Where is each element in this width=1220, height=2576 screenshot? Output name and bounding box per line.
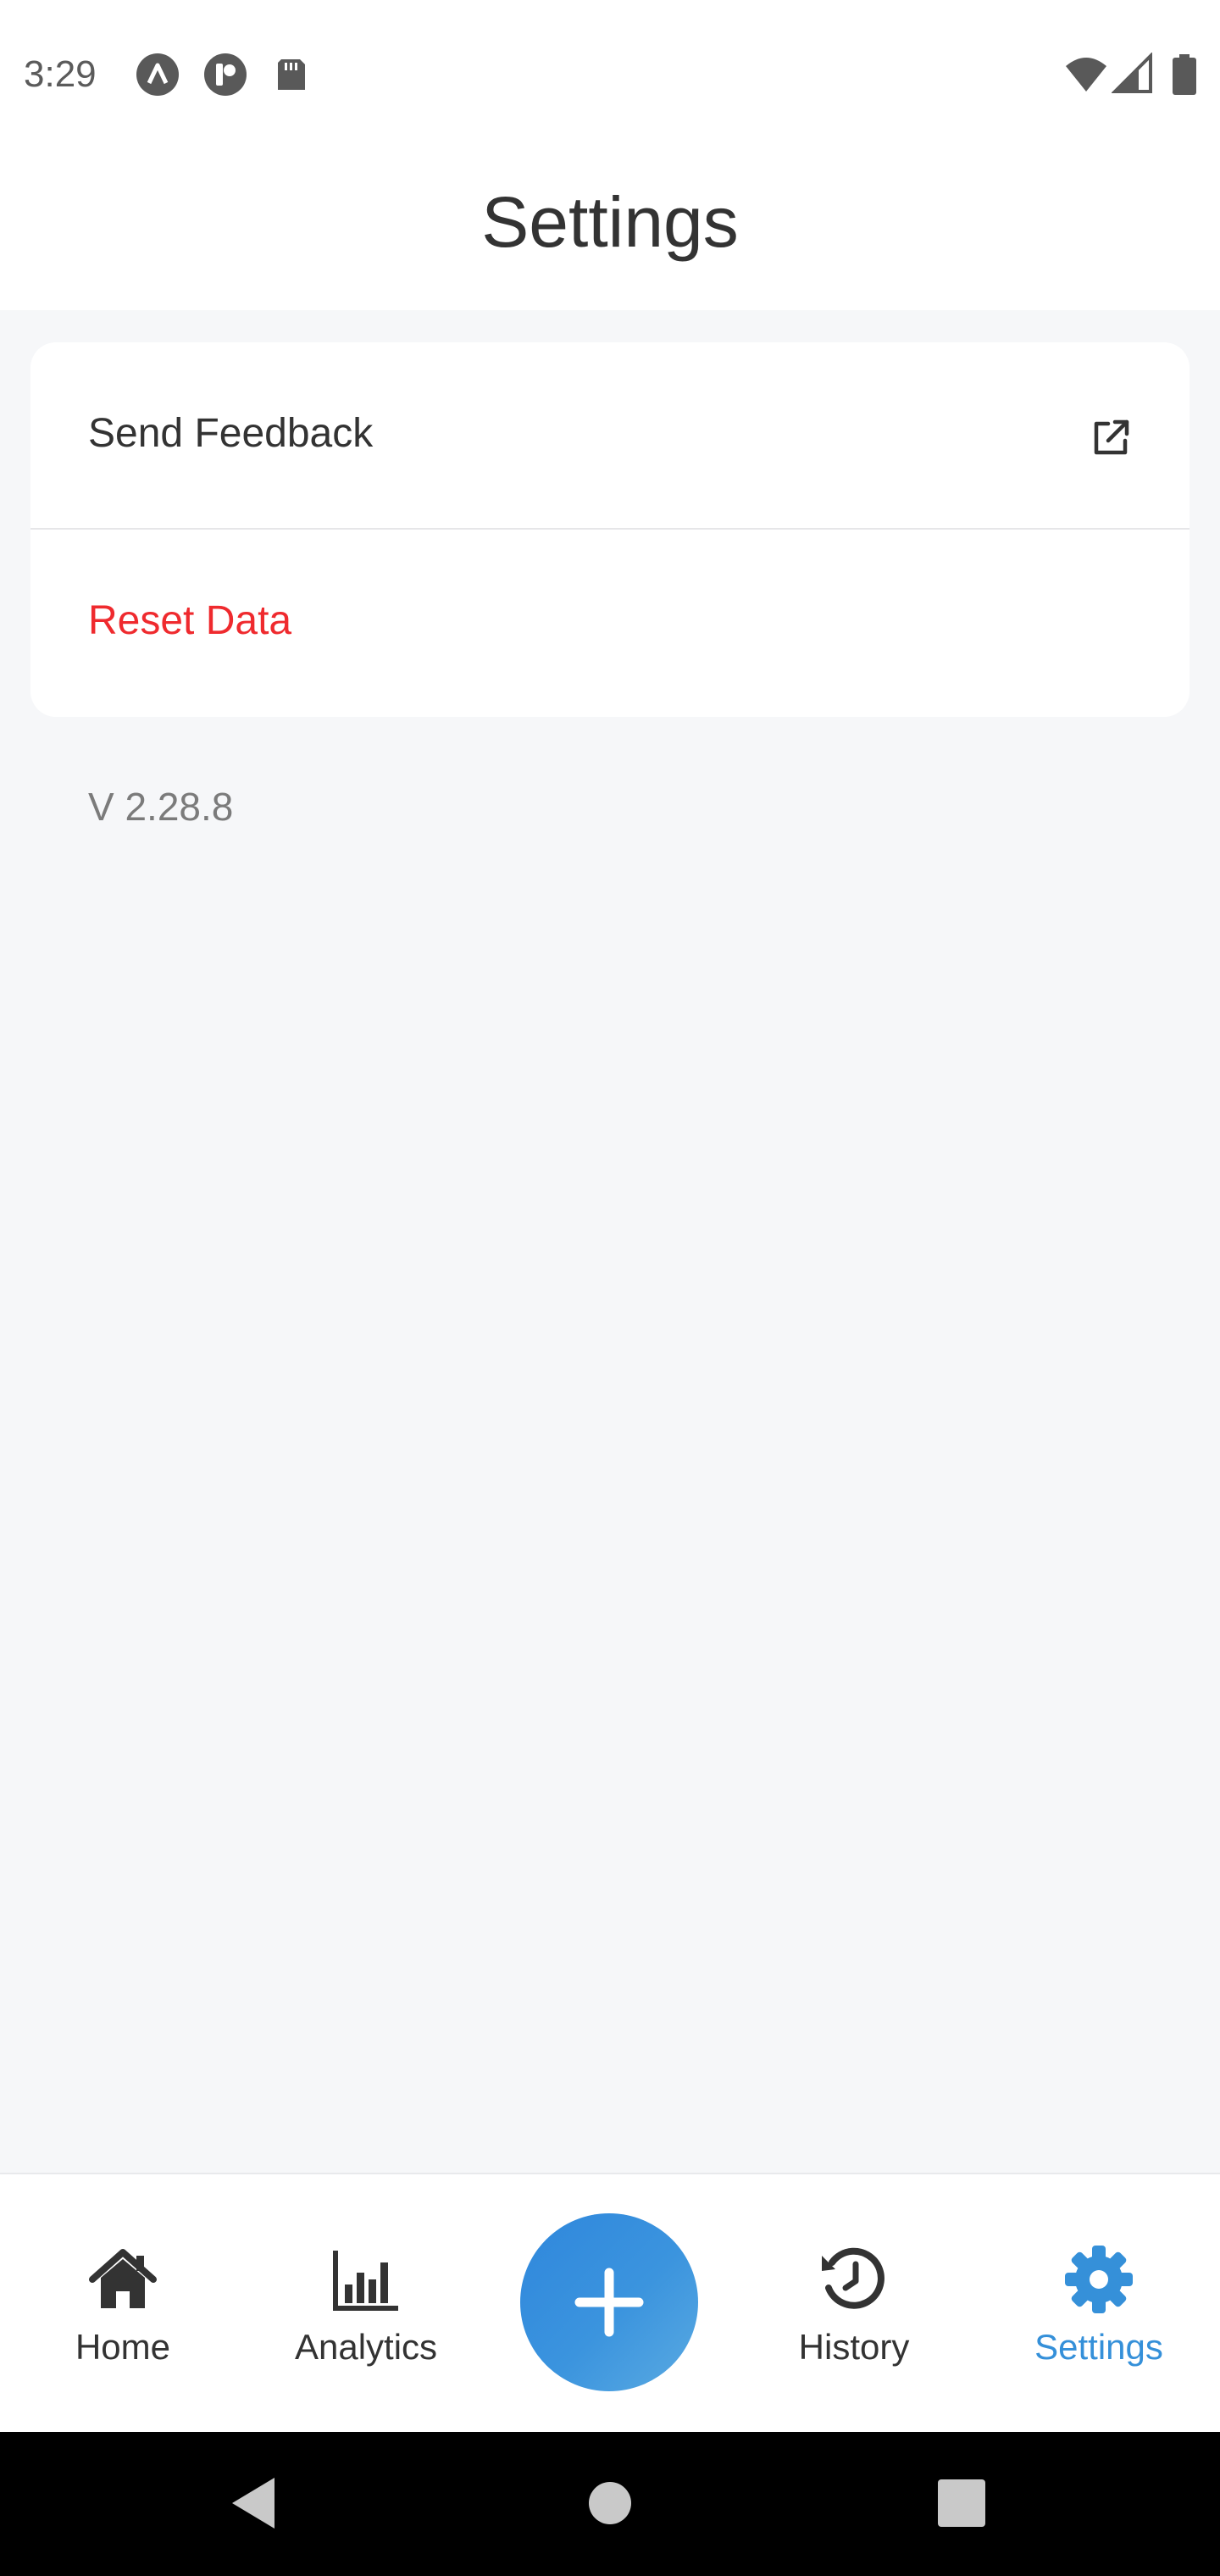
cell-signal-icon [1112, 53, 1156, 97]
system-nav-bar [0, 2432, 1220, 2576]
send-feedback-label: Send Feedback [88, 411, 374, 456]
nav-home[interactable]: Home [21, 2174, 225, 2434]
external-link-icon [1090, 417, 1132, 459]
recents-icon[interactable] [928, 2469, 995, 2537]
version-text: V 2.28.8 [88, 785, 234, 829]
settings-card: Send Feedback Reset Data [30, 342, 1190, 717]
wifi-icon [1064, 53, 1108, 97]
nav-home-label: Home [75, 2327, 171, 2367]
home-circle-icon[interactable] [576, 2469, 644, 2537]
gear-icon [1063, 2244, 1134, 2315]
nav-history[interactable]: History [752, 2174, 956, 2434]
sd-card-icon [269, 53, 313, 97]
header: Settings [0, 144, 1220, 310]
history-icon [818, 2244, 890, 2315]
page-title: Settings [481, 182, 739, 262]
app-a-icon [136, 53, 180, 97]
send-feedback-row[interactable]: Send Feedback [30, 342, 1190, 530]
nav-analytics[interactable]: Analytics [264, 2174, 468, 2434]
nav-analytics-label: Analytics [294, 2327, 438, 2367]
home-icon [87, 2244, 158, 2315]
reset-data-label: Reset Data [88, 598, 292, 643]
status-time: 3:29 [24, 53, 97, 95]
bar-chart-icon [330, 2244, 402, 2315]
app-p-icon [203, 53, 247, 97]
back-icon[interactable] [222, 2469, 290, 2537]
nav-history-label: History [798, 2327, 910, 2367]
reset-data-row[interactable]: Reset Data [30, 530, 1190, 717]
status-bar: 3:29 [0, 0, 1220, 144]
add-button[interactable] [520, 2213, 698, 2391]
nav-settings-label: Settings [1034, 2327, 1163, 2367]
battery-icon [1167, 53, 1201, 97]
nav-settings[interactable]: Settings [997, 2174, 1201, 2434]
plus-icon [574, 2268, 644, 2337]
